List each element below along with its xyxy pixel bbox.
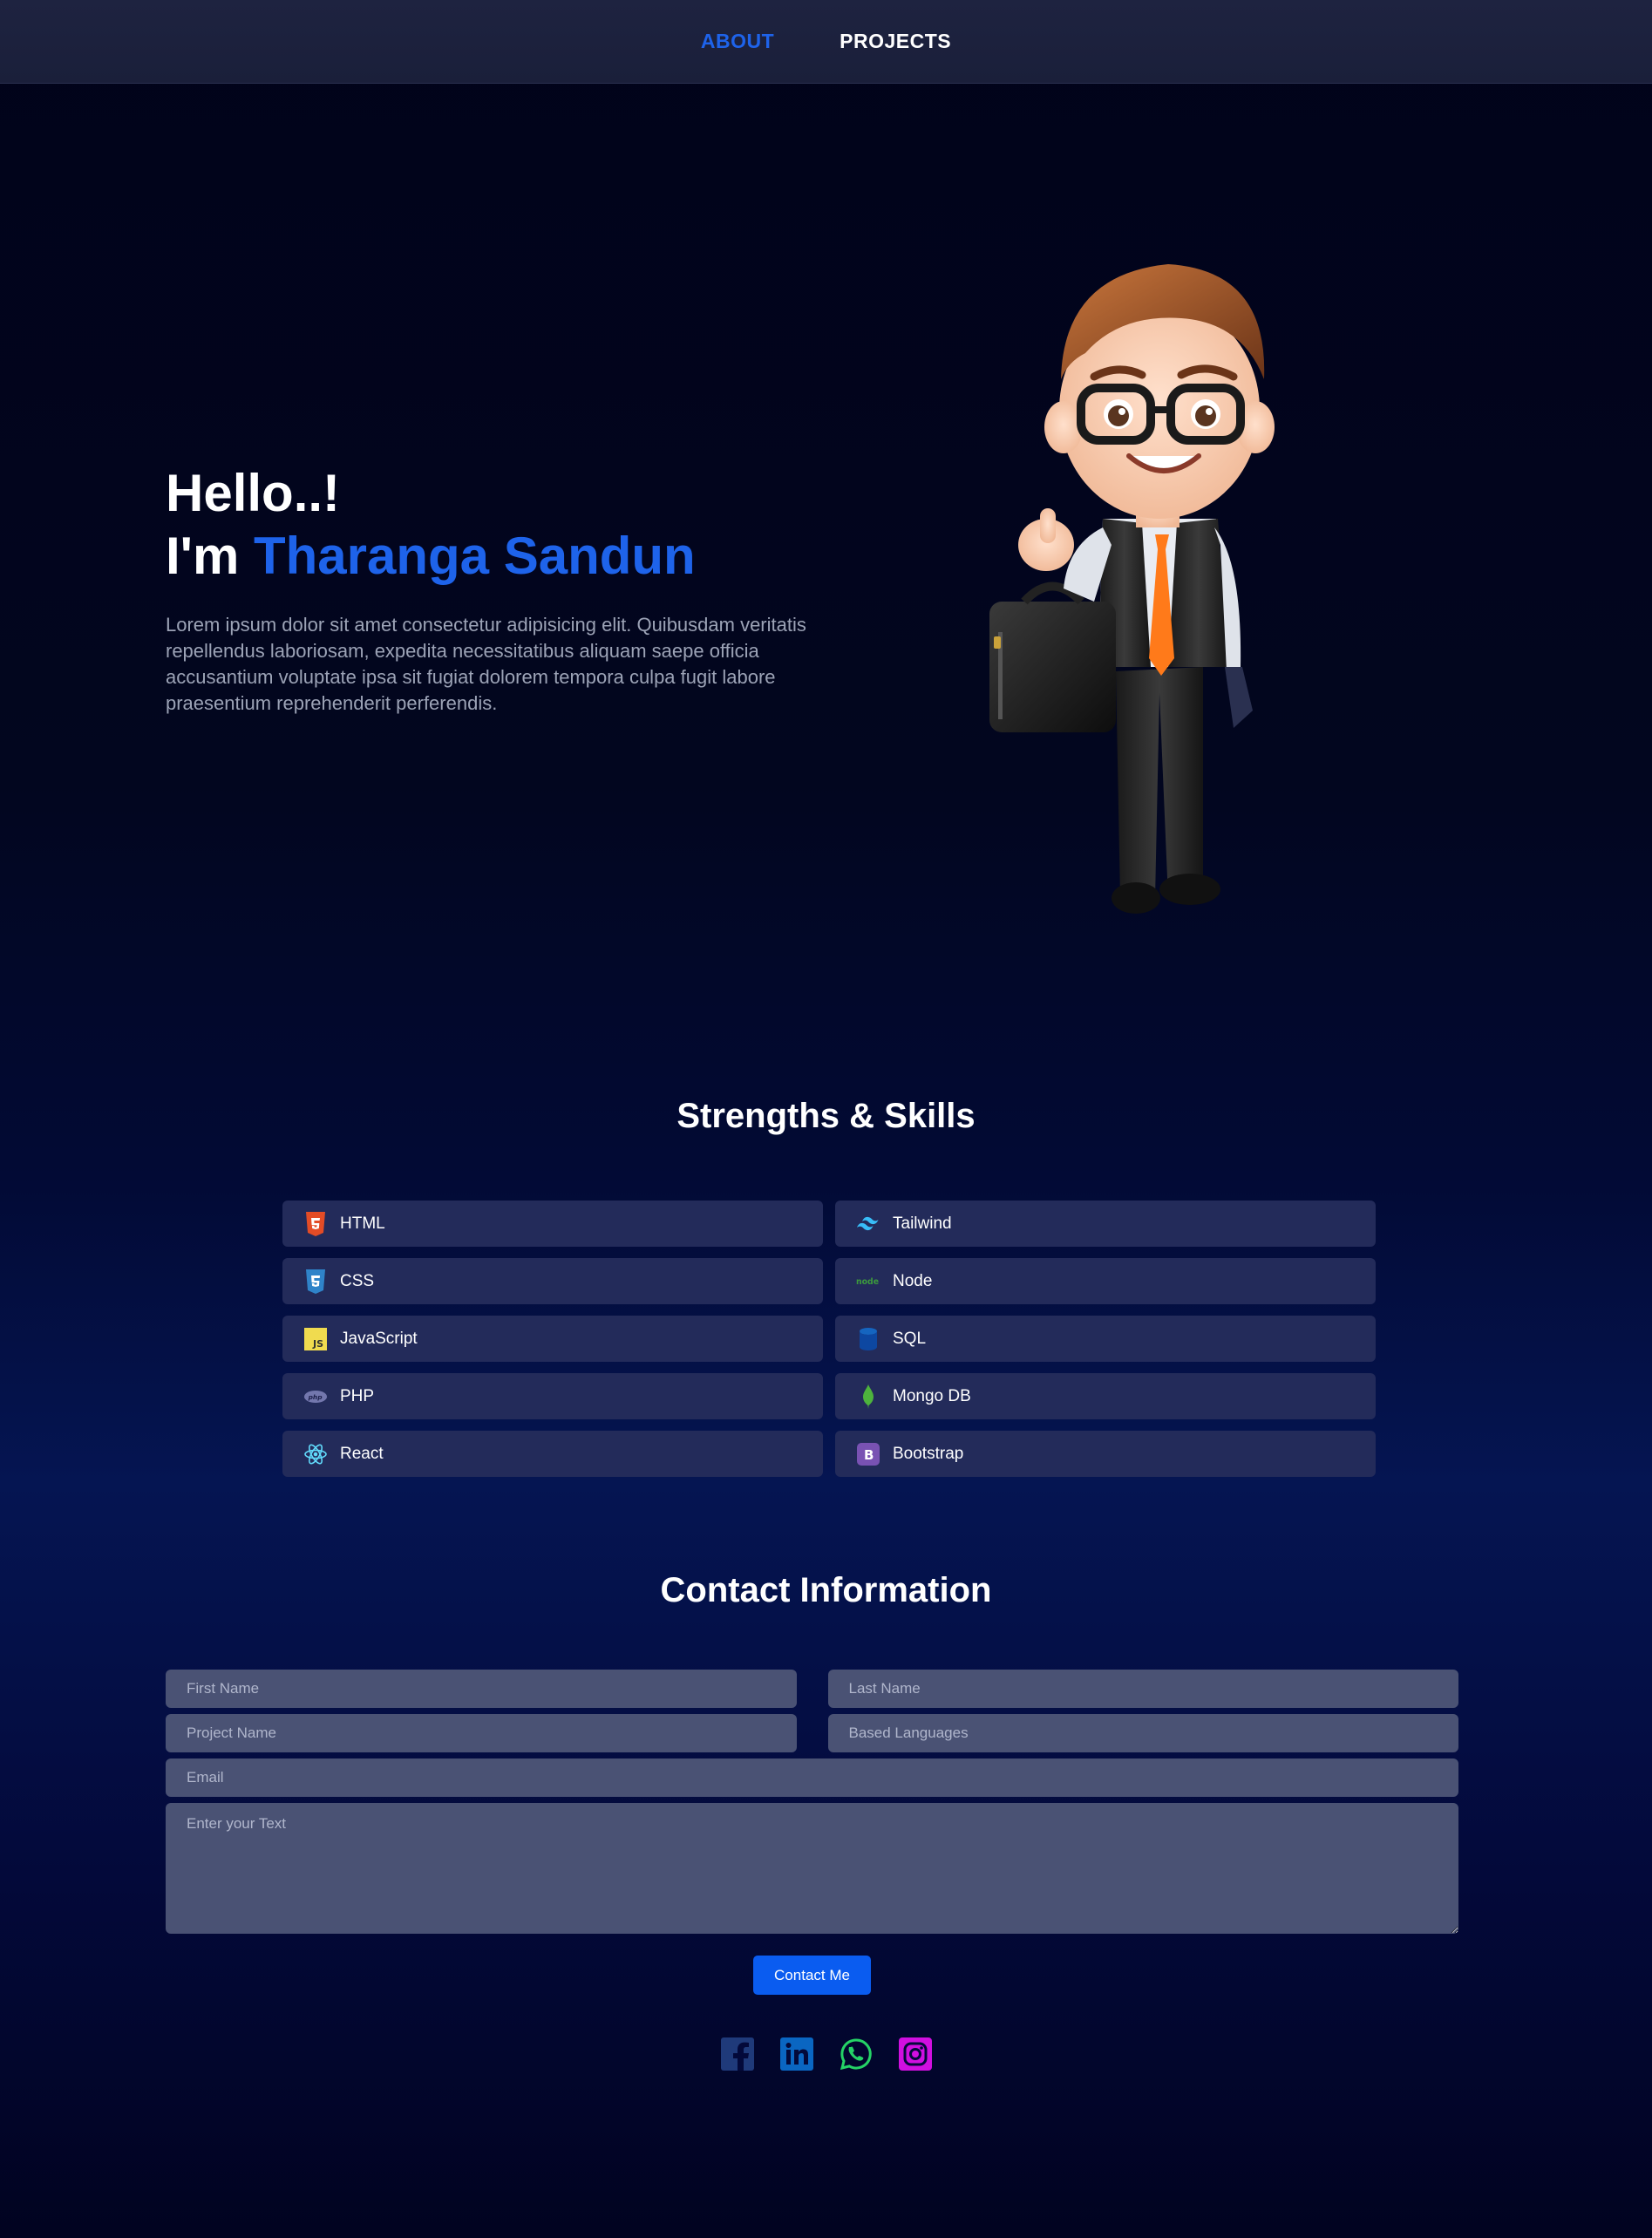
skill-item-node: node Node [835, 1258, 1376, 1304]
skill-label: JavaScript [340, 1329, 418, 1348]
html5-icon [303, 1211, 328, 1236]
skill-item-javascript: JS JavaScript [282, 1316, 823, 1362]
bootstrap-icon: B [856, 1442, 880, 1466]
last-name-field[interactable] [827, 1670, 1458, 1708]
skill-item-css: CSS [282, 1258, 823, 1304]
submit-wrap: Contact Me [166, 1956, 1458, 1995]
based-languages-field[interactable] [827, 1714, 1458, 1752]
form-row [166, 1758, 1458, 1797]
php-icon: php [303, 1384, 328, 1409]
javascript-icon: JS [303, 1327, 328, 1351]
react-icon [303, 1442, 328, 1466]
form-row [166, 1670, 1458, 1708]
nav-link-projects[interactable]: PROJECTS [840, 30, 951, 53]
email-field[interactable] [166, 1758, 1458, 1797]
mongodb-icon [856, 1384, 880, 1409]
contact-form: Contact Me [166, 1670, 1458, 1995]
message-textarea[interactable] [166, 1803, 1458, 1934]
skill-label: Mongo DB [893, 1386, 971, 1405]
skill-item-html: HTML [282, 1201, 823, 1247]
hero-heading: I'm Tharanga Sandun [166, 525, 846, 588]
svg-text:node: node [856, 1276, 879, 1286]
linkedin-icon[interactable] [779, 2037, 814, 2071]
instagram-icon[interactable] [898, 2037, 933, 2071]
contact-me-button[interactable]: Contact Me [753, 1956, 871, 1995]
skill-label: SQL [893, 1329, 927, 1348]
skill-item-tailwind: Tailwind [835, 1201, 1376, 1247]
contact-title: Contact Information [660, 1571, 992, 1609]
hero-greeting: Hello..! [166, 464, 341, 522]
skills-grid: HTML Tailwind CSS node Node JS JavaScrip… [282, 1201, 1376, 1477]
nav-link-about[interactable]: ABOUT [701, 30, 774, 53]
skill-label: Bootstrap [893, 1444, 964, 1463]
skill-item-react: React [282, 1431, 823, 1477]
social-links [0, 2037, 1652, 2071]
skills-title: Strengths & Skills [676, 1097, 976, 1135]
skill-label: HTML [340, 1214, 385, 1233]
hero-section: Hello..! I'm Tharanga Sandun Lorem ipsum… [166, 462, 846, 717]
whatsapp-icon[interactable] [839, 2037, 874, 2071]
svg-text:JS: JS [312, 1338, 323, 1350]
hero-intro-prefix: I'm [166, 527, 240, 585]
top-navigation: ABOUT PROJECTS [0, 0, 1652, 84]
skill-item-php: php PHP [282, 1373, 823, 1419]
tailwind-icon [856, 1212, 880, 1236]
project-name-field[interactable] [166, 1714, 797, 1752]
skill-label: React [340, 1444, 384, 1463]
hero-name: Tharanga Sandun [253, 527, 696, 585]
database-icon [856, 1327, 880, 1351]
skill-label: PHP [340, 1386, 375, 1405]
facebook-icon[interactable] [720, 2037, 755, 2071]
skill-label: CSS [340, 1271, 375, 1290]
avatar-illustration [989, 264, 1275, 914]
skill-label: Node [893, 1271, 933, 1290]
form-row [166, 1714, 1458, 1752]
first-name-field[interactable] [166, 1670, 797, 1708]
skill-item-mongodb: Mongo DB [835, 1373, 1376, 1419]
skill-label: Tailwind [893, 1214, 952, 1233]
svg-text:B: B [864, 1447, 874, 1463]
skill-item-sql: SQL [835, 1316, 1376, 1362]
nodejs-icon: node [856, 1269, 880, 1294]
skill-item-bootstrap: B Bootstrap [835, 1431, 1376, 1477]
svg-text:php: php [308, 1392, 323, 1400]
css3-icon [303, 1269, 328, 1294]
hero-description: Lorem ipsum dolor sit amet consectetur a… [166, 614, 806, 714]
